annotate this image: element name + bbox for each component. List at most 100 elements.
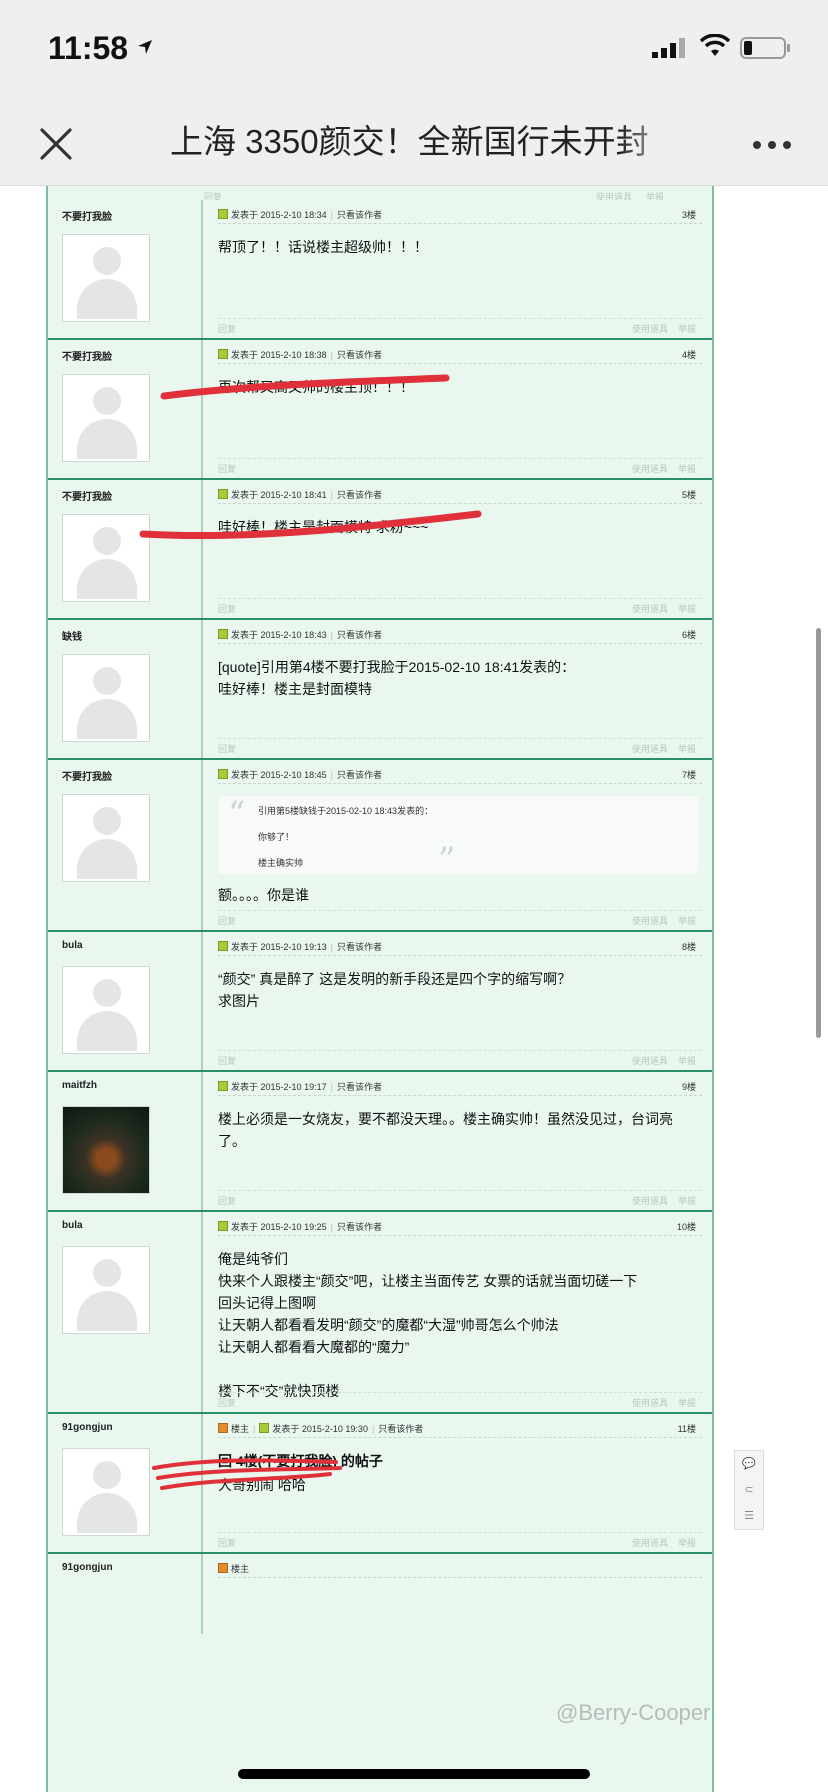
floor-number[interactable]: 4楼	[682, 348, 696, 361]
report-link[interactable]: 举报	[678, 916, 696, 926]
list-tool-icon[interactable]: ☰	[735, 1503, 763, 1529]
only-author-link[interactable]: 只看该作者	[337, 942, 382, 952]
comment-tool-icon[interactable]: 💬	[735, 1451, 763, 1477]
post-status-icon	[218, 941, 228, 951]
reply-link[interactable]: 回复	[218, 1538, 236, 1548]
reply-link[interactable]: 回复	[218, 604, 236, 614]
status-bar: 11:58	[0, 0, 828, 100]
report-link[interactable]: 举报	[678, 1538, 696, 1548]
reply-link[interactable]: 回复	[218, 1056, 236, 1066]
use-tools-link[interactable]: 使用道具	[632, 916, 668, 926]
quote-block: “ 引用第5楼缺钱于2015-02-10 18:43发表的： 你够了！ 楼主确实帅 ”	[218, 794, 698, 880]
forum-post: 91gongjun 楼主	[48, 1554, 712, 1634]
op-badge: 楼主	[231, 1424, 250, 1434]
post-status-icon	[218, 349, 228, 359]
more-options-icon[interactable]	[752, 140, 792, 150]
reply-link[interactable]: 回复	[218, 1398, 236, 1408]
post-header: 楼主	[218, 1562, 702, 1578]
floor-number[interactable]: 3楼	[682, 208, 696, 221]
collapse-tool-icon[interactable]: ⊂	[735, 1477, 763, 1503]
only-author-link[interactable]: 只看该作者	[337, 490, 382, 500]
use-tools-link[interactable]: 使用道具	[632, 464, 668, 474]
only-author-link[interactable]: 只看该作者	[337, 770, 382, 780]
report-link[interactable]: 举报	[678, 464, 696, 474]
op-badge-icon	[218, 1563, 228, 1573]
reply-link[interactable]: 回复	[218, 464, 236, 474]
avatar[interactable]	[62, 1106, 150, 1194]
avatar[interactable]	[62, 1448, 150, 1536]
reply-link[interactable]: 回复	[218, 1196, 236, 1206]
post-status-icon	[259, 1423, 270, 1433]
only-author-link[interactable]: 只看该作者	[337, 1222, 382, 1232]
reply-link[interactable]: 回复	[218, 324, 236, 334]
use-tools-link[interactable]: 使用道具	[632, 1398, 668, 1408]
avatar[interactable]	[62, 654, 150, 742]
author-name[interactable]: 91gongjun	[62, 1422, 113, 1433]
author-name[interactable]: 91gongjun	[62, 1562, 113, 1573]
only-author-link[interactable]: 只看该作者	[337, 350, 382, 360]
forum-post: 不要打我脸 发表于 2015-2-10 18:41 | 只看该作者 5楼 哇好棒！楼主是封…	[48, 480, 712, 620]
post-date: 2015-2-10 19:17	[260, 1082, 327, 1092]
reply-link[interactable]: 回复	[218, 744, 236, 754]
quote-line: 你够了！	[258, 832, 295, 842]
posted-at-label: 发表于	[231, 1222, 259, 1232]
author-name[interactable]: maitfzh	[62, 1080, 97, 1091]
floor-number[interactable]: 7楼	[682, 768, 696, 781]
avatar[interactable]	[62, 234, 150, 322]
report-link[interactable]: 举报	[678, 744, 696, 754]
posted-at-label: 发表于	[231, 350, 259, 360]
report-link[interactable]: 举报	[678, 1398, 696, 1408]
avatar[interactable]	[62, 1246, 150, 1334]
post-header: 发表于 2015-2-10 19:13 | 只看该作者 8楼	[218, 940, 702, 956]
author-name[interactable]: 不要打我脸	[62, 208, 112, 223]
floor-number[interactable]: 5楼	[682, 488, 696, 501]
home-indicator[interactable]	[238, 1769, 590, 1779]
only-author-link[interactable]: 只看该作者	[378, 1424, 423, 1434]
use-tools-link[interactable]: 使用道具	[632, 1056, 668, 1066]
floor-number[interactable]: 8楼	[682, 940, 696, 953]
report-link[interactable]: 举报	[678, 604, 696, 614]
use-tools-link[interactable]: 使用道具	[632, 1538, 668, 1548]
post-footer: 回复 使用道具 举报	[218, 318, 702, 338]
author-name[interactable]: 不要打我脸	[62, 488, 112, 503]
posted-at-label: 发表于	[231, 490, 259, 500]
avatar[interactable]	[62, 966, 150, 1054]
post-date: 2015-2-10 18:45	[260, 770, 327, 780]
floor-number[interactable]: 6楼	[682, 628, 696, 641]
quote-source: 引用第5楼缺钱于2015-02-10 18:43发表的：	[258, 806, 434, 816]
post-date: 2015-2-10 19:30	[301, 1424, 368, 1434]
only-author-link[interactable]: 只看该作者	[337, 210, 382, 220]
only-author-link[interactable]: 只看该作者	[337, 630, 382, 640]
only-author-link[interactable]: 只看该作者	[337, 1082, 382, 1092]
post-date: 2015-2-10 18:41	[260, 490, 327, 500]
forum-post: bula 发表于 2015-2-10 19:13 | 只看该作者 8楼 “颜交” 真是醉了…	[48, 932, 712, 1072]
use-tools-link[interactable]: 使用道具	[632, 744, 668, 754]
avatar[interactable]	[62, 514, 150, 602]
floor-number[interactable]: 9楼	[682, 1080, 696, 1093]
post-footer: 回复 使用道具 举报	[218, 458, 702, 478]
report-link[interactable]: 举报	[678, 1196, 696, 1206]
avatar[interactable]	[62, 794, 150, 882]
scrollbar[interactable]	[816, 628, 821, 1038]
post-header: 发表于 2015-2-10 19:25 | 只看该作者 10楼	[218, 1220, 702, 1236]
author-name[interactable]: bula	[62, 1220, 83, 1231]
use-tools-link[interactable]: 使用道具	[632, 324, 668, 334]
author-name[interactable]: 不要打我脸	[62, 348, 112, 363]
floor-number[interactable]: 11楼	[678, 1422, 696, 1435]
close-icon[interactable]	[34, 122, 78, 166]
author-name[interactable]: 缺钱	[62, 628, 82, 643]
forum-post: bula 发表于 2015-2-10 19:25 | 只看该作者 10楼 俺是纯爷们 快来…	[48, 1212, 712, 1414]
post-footer: 回复 使用道具 举报	[218, 910, 702, 930]
use-tools-link[interactable]: 使用道具	[632, 604, 668, 614]
report-link[interactable]: 举报	[678, 324, 696, 334]
post-message: 大哥别闹 哈哈	[218, 1477, 306, 1493]
use-tools-link[interactable]: 使用道具	[632, 1196, 668, 1206]
floor-number[interactable]: 10楼	[677, 1220, 696, 1233]
author-name[interactable]: 不要打我脸	[62, 768, 112, 783]
author-name[interactable]: bula	[62, 940, 83, 951]
avatar[interactable]	[62, 374, 150, 462]
post-date: 2015-2-10 18:43	[260, 630, 327, 640]
reply-link[interactable]: 回复	[218, 916, 236, 926]
forum-post: 不要打我脸 发表于 2015-2-10 18:34 | 只看该作者 3楼 帮顶了！！话说楼…	[48, 200, 712, 340]
report-link[interactable]: 举报	[678, 1056, 696, 1066]
